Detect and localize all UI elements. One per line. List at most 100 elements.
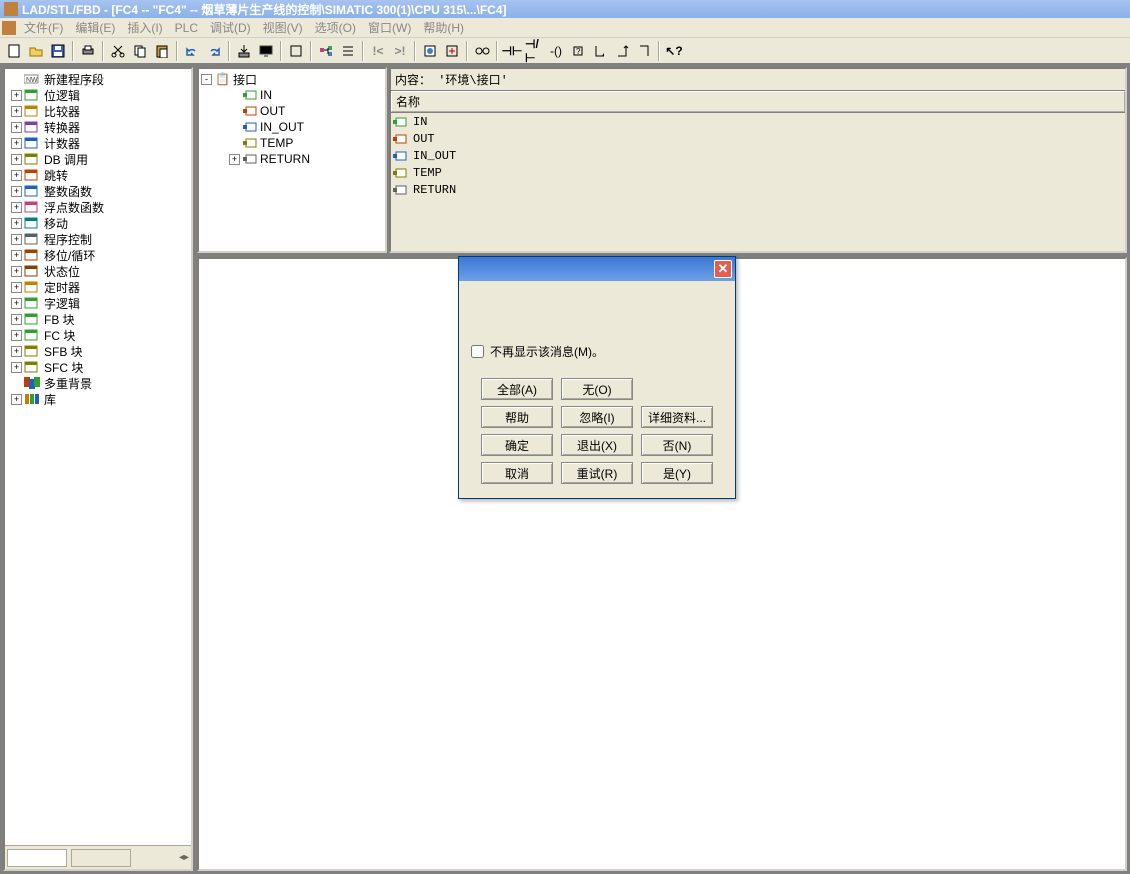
- network-icon[interactable]: [316, 41, 336, 61]
- panel-tabs: ◂▸: [5, 845, 191, 869]
- redo-icon[interactable]: [204, 41, 224, 61]
- open-icon[interactable]: [26, 41, 46, 61]
- tree-item-9[interactable]: +移动: [7, 215, 189, 231]
- branch-close-icon[interactable]: [634, 41, 654, 61]
- interface-root[interactable]: -📋接口: [201, 71, 383, 87]
- ignore-button[interactable]: 忽略(I): [561, 406, 633, 428]
- tree-item-7[interactable]: +整数函数: [7, 183, 189, 199]
- interface-item-out[interactable]: OUT: [201, 103, 383, 119]
- panel-tab-1[interactable]: [7, 849, 67, 867]
- ok-button[interactable]: 确定: [481, 434, 553, 456]
- menu-edit[interactable]: 编辑(E): [69, 17, 121, 38]
- close-icon[interactable]: ✕: [714, 260, 732, 278]
- interface-item-return[interactable]: +RETURN: [201, 151, 383, 167]
- tree-item-14[interactable]: +字逻辑: [7, 295, 189, 311]
- svg-text:NW: NW: [26, 77, 38, 84]
- tree-item-4[interactable]: +计数器: [7, 135, 189, 151]
- dont-show-checkbox[interactable]: 不再显示该消息(M)。: [471, 343, 723, 360]
- panel-tab-2[interactable]: [71, 849, 131, 867]
- tab-scroll-icon[interactable]: ◂▸: [177, 850, 191, 865]
- tree-item-0[interactable]: NW新建程序段: [7, 71, 189, 87]
- details-button[interactable]: 详细资料...: [641, 406, 713, 428]
- exit-button[interactable]: 退出(X): [561, 434, 633, 456]
- branch-open-icon[interactable]: [590, 41, 610, 61]
- tree-item-10[interactable]: +程序控制: [7, 231, 189, 247]
- print-icon[interactable]: [78, 41, 98, 61]
- contact-nc-icon[interactable]: ⊣/⊢: [524, 41, 544, 61]
- paste-icon[interactable]: [152, 41, 172, 61]
- message-dialog: ✕ 不再显示该消息(M)。 全部(A) 无(O) 帮助 忽略(I) 详细资料..…: [458, 256, 736, 499]
- prev-icon[interactable]: !<: [368, 41, 388, 61]
- new-icon[interactable]: [4, 41, 24, 61]
- none-button[interactable]: 无(O): [561, 378, 633, 400]
- help-button[interactable]: 帮助: [481, 406, 553, 428]
- details-row-in[interactable]: IN: [391, 113, 1125, 130]
- list-icon[interactable]: [338, 41, 358, 61]
- tree-item-20[interactable]: +库: [7, 391, 189, 407]
- yes-button[interactable]: 是(Y): [641, 462, 713, 484]
- details-row-out[interactable]: OUT: [391, 130, 1125, 147]
- menu-window[interactable]: 窗口(W): [362, 17, 417, 38]
- checkbox-input[interactable]: [471, 345, 484, 358]
- tree-item-1[interactable]: +位逻辑: [7, 87, 189, 103]
- contact-no-icon[interactable]: ⊣⊢: [502, 41, 522, 61]
- menu-help[interactable]: 帮助(H): [417, 17, 470, 38]
- details-row-in_out[interactable]: IN_OUT: [391, 147, 1125, 164]
- undo-icon[interactable]: [182, 41, 202, 61]
- interface-item-in_out[interactable]: IN_OUT: [201, 119, 383, 135]
- menu-view[interactable]: 视图(V): [257, 17, 309, 38]
- tree-item-8[interactable]: +浮点数函数: [7, 199, 189, 215]
- checkbox-label: 不再显示该消息(M)。: [490, 343, 604, 360]
- details-row-return[interactable]: RETURN: [391, 181, 1125, 198]
- menu-file[interactable]: 文件(F): [18, 17, 69, 38]
- details-col-name[interactable]: 名称: [391, 91, 1125, 112]
- interface-item-temp[interactable]: TEMP: [201, 135, 383, 151]
- window-title: LAD/STL/FBD - [FC4 -- "FC4" -- 烟草薄片生产线的控…: [22, 1, 507, 18]
- tree-item-16[interactable]: +FC 块: [7, 327, 189, 343]
- tree-item-18[interactable]: +SFC 块: [7, 359, 189, 375]
- tree-item-11[interactable]: +移位/循环: [7, 247, 189, 263]
- tree-item-12[interactable]: +状态位: [7, 263, 189, 279]
- retry-button[interactable]: 重试(R): [561, 462, 633, 484]
- app-menu-icon[interactable]: [2, 21, 16, 35]
- menu-insert[interactable]: 插入(I): [121, 17, 168, 38]
- menu-debug[interactable]: 调试(D): [204, 17, 257, 38]
- tree-item-5[interactable]: +DB 调用: [7, 151, 189, 167]
- interface-split: -📋接口INOUTIN_OUTTEMP+RETURN 内容： '环境\接口' 名…: [197, 67, 1127, 253]
- branch-up-icon[interactable]: [612, 41, 632, 61]
- titlebar: LAD/STL/FBD - [FC4 -- "FC4" -- 烟草薄片生产线的控…: [0, 0, 1130, 18]
- next-icon[interactable]: >!: [390, 41, 410, 61]
- tree-item-2[interactable]: +比较器: [7, 103, 189, 119]
- no-button[interactable]: 否(N): [641, 434, 713, 456]
- insert-icon[interactable]: [442, 41, 462, 61]
- menu-plc[interactable]: PLC: [169, 19, 204, 37]
- tree-item-13[interactable]: +定时器: [7, 279, 189, 295]
- block-icon[interactable]: [286, 41, 306, 61]
- glasses-icon[interactable]: [472, 41, 492, 61]
- tree-item-6[interactable]: +跳转: [7, 167, 189, 183]
- tree-item-19[interactable]: 多重背景: [7, 375, 189, 391]
- menu-options[interactable]: 选项(O): [309, 17, 362, 38]
- interface-tree[interactable]: -📋接口INOUTIN_OUTTEMP+RETURN: [197, 67, 387, 253]
- instruction-panel: NW新建程序段+位逻辑+比较器+转换器+计数器+DB 调用+跳转+整数函数+浮点…: [3, 67, 193, 871]
- goto-icon[interactable]: [420, 41, 440, 61]
- help-pointer-icon[interactable]: ↖?: [664, 41, 684, 61]
- box-icon[interactable]: ?: [568, 41, 588, 61]
- cut-icon[interactable]: [108, 41, 128, 61]
- all-button[interactable]: 全部(A): [481, 378, 553, 400]
- copy-icon[interactable]: [130, 41, 150, 61]
- download-icon[interactable]: [234, 41, 254, 61]
- menubar: 文件(F) 编辑(E) 插入(I) PLC 调试(D) 视图(V) 选项(O) …: [0, 18, 1130, 38]
- save-icon[interactable]: [48, 41, 68, 61]
- interface-item-in[interactable]: IN: [201, 87, 383, 103]
- tree-item-3[interactable]: +转换器: [7, 119, 189, 135]
- dialog-titlebar[interactable]: ✕: [459, 257, 735, 281]
- instruction-tree[interactable]: NW新建程序段+位逻辑+比较器+转换器+计数器+DB 调用+跳转+整数函数+浮点…: [5, 69, 191, 845]
- tree-item-17[interactable]: +SFB 块: [7, 343, 189, 359]
- details-row-temp[interactable]: TEMP: [391, 164, 1125, 181]
- interface-details: 内容： '环境\接口' 名称 INOUTIN_OUTTEMPRETURN: [389, 67, 1127, 253]
- tree-item-15[interactable]: +FB 块: [7, 311, 189, 327]
- cancel-button[interactable]: 取消: [481, 462, 553, 484]
- monitor-icon[interactable]: [256, 41, 276, 61]
- coil-icon[interactable]: -(): [546, 41, 566, 61]
